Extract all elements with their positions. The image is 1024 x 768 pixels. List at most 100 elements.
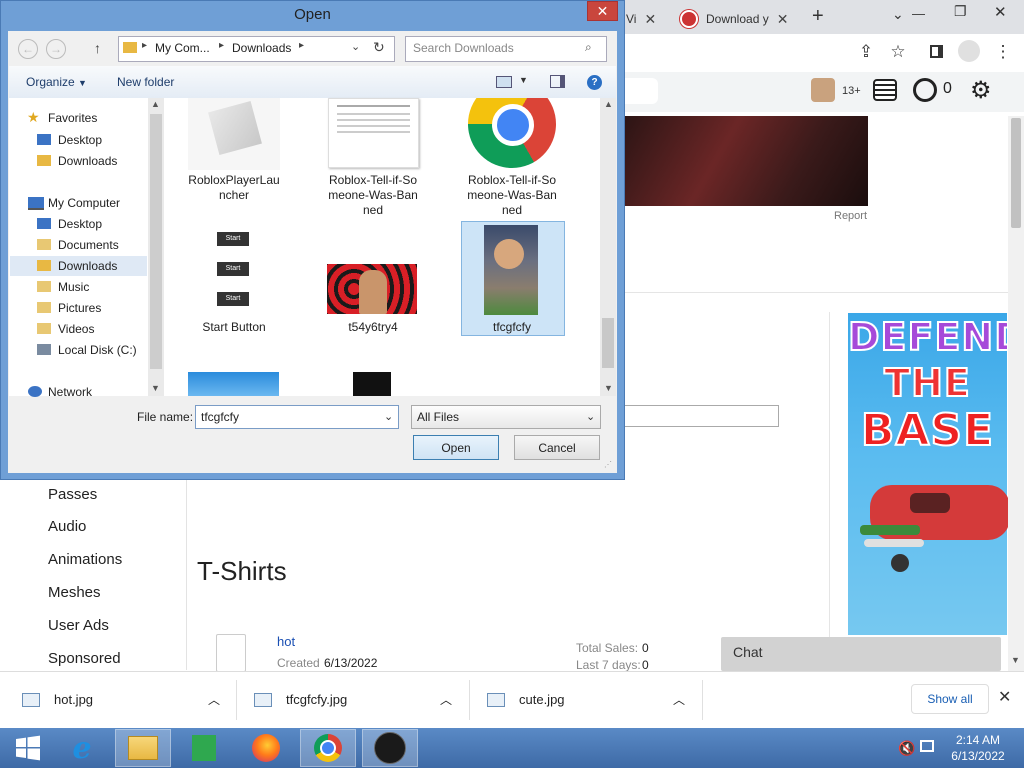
item-name-link[interactable]: hot	[277, 634, 295, 649]
cancel-button[interactable]: Cancel	[514, 435, 600, 460]
view-dropdown-icon[interactable]: ▼	[519, 75, 528, 85]
address-dropdown-icon[interactable]: ⌄	[351, 40, 360, 53]
volume-muted-icon[interactable]: 🔇	[898, 740, 915, 757]
refresh-icon[interactable]: ↻	[373, 39, 385, 56]
breadcrumb-chevron-icon[interactable]: ▸	[219, 40, 224, 51]
robux-icon[interactable]	[913, 78, 937, 102]
chevron-up-icon[interactable]: ︿	[440, 691, 452, 708]
start-button-thumbnail[interactable]: Start Start Start	[217, 226, 249, 314]
file-type-select[interactable]: All Files ⌄	[411, 405, 601, 429]
search-icon[interactable]: ⌕	[585, 40, 592, 55]
breadcrumb-downloads[interactable]: Downloads	[232, 41, 291, 55]
store-taskbar-button[interactable]	[176, 729, 232, 767]
nav-favorites[interactable]: Favorites	[48, 111, 97, 125]
file-item-roblox-tell[interactable]: Roblox-Tell-if-So meone-Was-Ban ned	[318, 173, 428, 218]
app-taskbar-button[interactable]	[362, 729, 418, 767]
nav-desktop[interactable]: Desktop	[58, 217, 102, 231]
user-avatar[interactable]	[811, 78, 835, 102]
nav-network[interactable]: Network	[48, 385, 92, 399]
tab-vi[interactable]: Vi ✕	[618, 4, 668, 34]
nav-pictures[interactable]: Pictures	[58, 301, 101, 315]
new-folder-button[interactable]: New folder	[117, 75, 174, 89]
chat-bar[interactable]	[721, 637, 1001, 671]
image-thumbnail[interactable]	[484, 225, 538, 315]
notifications-icon[interactable]	[873, 79, 897, 101]
download-item[interactable]: cute.jpg ︿	[487, 671, 697, 728]
settings-gear-icon[interactable]: ⚙	[970, 76, 992, 105]
nav-fav-downloads[interactable]: Downloads	[58, 154, 117, 168]
file-explorer-taskbar-button[interactable]	[115, 729, 171, 767]
address-bar[interactable]: ▸ My Com... ▸ Downloads ▸ ⌄ ↻	[118, 36, 395, 62]
show-all-button[interactable]: Show all	[911, 684, 989, 714]
nav-downloads[interactable]: Downloads	[58, 259, 117, 273]
file-item-robloxplayerlauncher[interactable]: RobloxPlayerLau ncher	[179, 173, 289, 203]
help-icon[interactable]: ?	[587, 75, 602, 90]
side-panel-icon[interactable]	[930, 45, 943, 58]
nav-scrollbar-thumb[interactable]	[150, 114, 162, 369]
chrome-thumbnail[interactable]	[468, 98, 556, 168]
nav-videos[interactable]: Videos	[58, 322, 94, 336]
chevron-down-icon[interactable]: ⌄	[384, 410, 393, 423]
breadcrumb-chevron-icon[interactable]: ▸	[142, 40, 147, 51]
resize-grip-icon[interactable]: ⋰	[604, 460, 612, 469]
file-name-input[interactable]: tfcgfcfy ⌄	[195, 405, 399, 429]
dialog-search-input[interactable]: Search Downloads ⌕	[405, 36, 607, 62]
download-item[interactable]: tfcgfcfy.jpg ︿	[254, 671, 464, 728]
file-item-tfcgfcfy[interactable]: tfcgfcfy	[457, 320, 567, 335]
report-link[interactable]: Report	[834, 210, 867, 222]
window-close-button[interactable]: ✕	[994, 3, 1007, 21]
forward-arrow-icon[interactable]: →	[46, 39, 66, 59]
file-item-t54y6try4[interactable]: t54y6try4	[318, 320, 428, 335]
bookmark-star-icon[interactable]: ☆	[887, 42, 909, 62]
windows-image-thumbnail[interactable]	[353, 342, 391, 396]
breadcrumb-chevron-icon[interactable]: ▸	[299, 40, 304, 51]
change-view-icon[interactable]	[496, 76, 512, 88]
shelf-close-icon[interactable]: ✕	[998, 687, 1011, 707]
scroll-up-arrow-icon[interactable]: ▲	[151, 99, 160, 109]
organize-button[interactable]: Organize ▼	[26, 75, 87, 89]
nav-fav-desktop[interactable]: Desktop	[58, 133, 102, 147]
back-arrow-icon[interactable]: ←	[18, 39, 38, 59]
page-scrollbar-thumb[interactable]	[1011, 118, 1021, 228]
file-item-start-button[interactable]: Start Button	[179, 320, 289, 335]
restore-button[interactable]: ❐	[954, 3, 967, 20]
more-menu-icon[interactable]: ⋮	[992, 42, 1014, 62]
tab-close-icon[interactable]: ✕	[644, 11, 656, 28]
sidebar-item-meshes[interactable]: Meshes	[48, 584, 101, 601]
sidebar-item-sponsored[interactable]: Sponsored	[48, 650, 121, 667]
upload-file-input[interactable]	[622, 405, 779, 427]
scroll-up-arrow-icon[interactable]: ▲	[604, 99, 613, 109]
breadcrumb-mycomputer[interactable]: My Com...	[155, 41, 210, 55]
new-tab-button[interactable]: +	[812, 5, 824, 28]
tab-download[interactable]: Download y ✕	[672, 4, 800, 34]
tab-close-icon[interactable]: ✕	[777, 11, 789, 28]
tab-search-button[interactable]: ⌄	[892, 6, 904, 23]
dialog-close-button[interactable]: ✕	[587, 1, 618, 21]
chevron-up-icon[interactable]: ︿	[208, 691, 220, 708]
profile-avatar-icon[interactable]	[958, 40, 980, 62]
item-thumbnail-icon[interactable]	[216, 634, 246, 672]
download-item[interactable]: hot.jpg ︿	[22, 671, 232, 728]
scroll-down-arrow-icon[interactable]: ▼	[1011, 655, 1020, 665]
sidebar-item-animations[interactable]: Animations	[48, 551, 122, 568]
network-icon[interactable]	[920, 740, 934, 752]
open-button[interactable]: Open	[413, 435, 499, 460]
start-button[interactable]	[0, 729, 56, 767]
image-thumbnail[interactable]	[327, 264, 417, 314]
file-list-scrollbar-thumb[interactable]	[602, 318, 614, 368]
chevron-up-icon[interactable]: ︿	[673, 691, 685, 708]
file-thumbnail[interactable]	[188, 98, 280, 170]
nav-documents[interactable]: Documents	[58, 238, 119, 252]
document-thumbnail[interactable]	[328, 98, 419, 168]
nav-music[interactable]: Music	[58, 280, 89, 294]
up-arrow-icon[interactable]: ↑	[94, 40, 101, 56]
chrome-taskbar-button[interactable]	[300, 729, 356, 767]
firefox-taskbar-button[interactable]	[238, 729, 294, 767]
preview-pane-icon[interactable]	[550, 75, 565, 88]
sidebar-item-user-ads[interactable]: User Ads	[48, 617, 109, 634]
sidebar-item-audio[interactable]: Audio	[48, 518, 86, 535]
nav-local-disk[interactable]: Local Disk (C:)	[58, 343, 137, 357]
scroll-down-arrow-icon[interactable]: ▼	[604, 383, 613, 393]
scroll-down-arrow-icon[interactable]: ▼	[151, 383, 160, 393]
taskbar-clock[interactable]: 2:14 AM 6/13/2022	[938, 732, 1018, 764]
